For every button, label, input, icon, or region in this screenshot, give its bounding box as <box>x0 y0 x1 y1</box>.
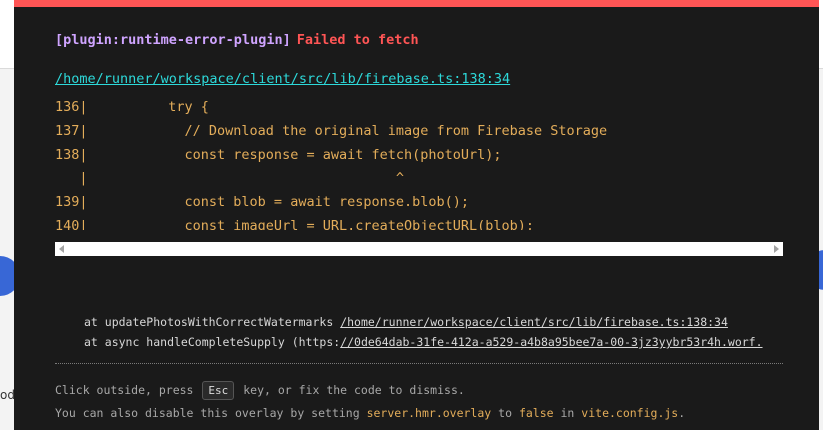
stack-prefix: at updatePhotosWithCorrectWatermarks <box>84 315 341 329</box>
stack-prefix: at async handleCompleteSupply (https: <box>84 335 341 349</box>
code-frame: 136| try { 137| // Download the original… <box>55 95 783 230</box>
stack-line: at updatePhotosWithCorrectWatermarks /ho… <box>84 312 784 332</box>
code-text: // Download the original image from Fire… <box>87 123 608 139</box>
tip-line-2: You can also disable this overlay by set… <box>55 402 685 425</box>
code-text: try { <box>87 99 209 115</box>
horizontal-scrollbar[interactable] <box>55 242 783 256</box>
error-message: Failed to fetch <box>296 32 419 48</box>
line-number: | <box>55 170 88 186</box>
error-file-link[interactable]: /home/runner/workspace/client/src/lib/fi… <box>55 71 510 87</box>
error-overlay[interactable]: [plugin:runtime-error-plugin] Failed to f… <box>14 0 819 430</box>
stack-link[interactable]: /home/runner/workspace/client/src/lib/fi… <box>340 315 728 329</box>
config-file: vite.config.js <box>581 406 679 420</box>
line-number: 140| <box>55 218 88 230</box>
esc-key: Esc <box>202 381 235 400</box>
tip-text: in <box>560 406 575 420</box>
line-number: 138| <box>55 147 88 163</box>
tip-text: to <box>498 406 512 420</box>
line-number: 137| <box>55 123 88 139</box>
tip-text: key, or fix the code to dismiss. <box>243 383 465 397</box>
tip-text: Click outside, press <box>55 383 194 397</box>
code-line: 138| const response = await fetch(photoU… <box>55 143 783 167</box>
plugin-name: [plugin:runtime-error-plugin] <box>55 32 291 48</box>
line-number: 139| <box>55 194 88 210</box>
code-text: ^ <box>87 170 404 186</box>
stack-link[interactable]: //0de64dab-31fe-412a-a529-a4b8a95bee7a-0… <box>340 335 762 349</box>
tip-text: You can also disable this overlay by set… <box>55 406 360 420</box>
stack-trace: at updatePhotosWithCorrectWatermarks /ho… <box>84 312 784 352</box>
code-text: const imageUrl = URL.createObjectURL(blo… <box>87 218 535 230</box>
code-text: const response = await fetch(photoUrl); <box>87 147 502 163</box>
setting-value: false <box>518 406 554 420</box>
error-header: [plugin:runtime-error-plugin] Failed to f… <box>55 32 419 48</box>
scroll-right-icon[interactable] <box>774 245 779 253</box>
stack-line: at async handleCompleteSupply (https://0… <box>84 332 784 352</box>
code-text: const blob = await response.blob(); <box>87 194 470 210</box>
code-line: 140| const imageUrl = URL.createObjectUR… <box>55 214 783 230</box>
line-number: 136| <box>55 99 88 115</box>
scroll-left-icon[interactable] <box>59 245 64 253</box>
dismiss-tip: Click outside, press Esc key, or fix the… <box>55 379 685 425</box>
tip-line-1: Click outside, press Esc key, or fix the… <box>55 379 685 402</box>
setting-name: server.hmr.overlay <box>366 406 492 420</box>
code-line: 137| // Download the original image from… <box>55 119 783 143</box>
code-line: 136| try { <box>55 95 783 119</box>
tip-text: . <box>678 406 686 420</box>
code-line: 139| const blob = await response.blob(); <box>55 190 783 214</box>
code-line: | ^ <box>55 167 783 190</box>
divider <box>55 363 783 364</box>
